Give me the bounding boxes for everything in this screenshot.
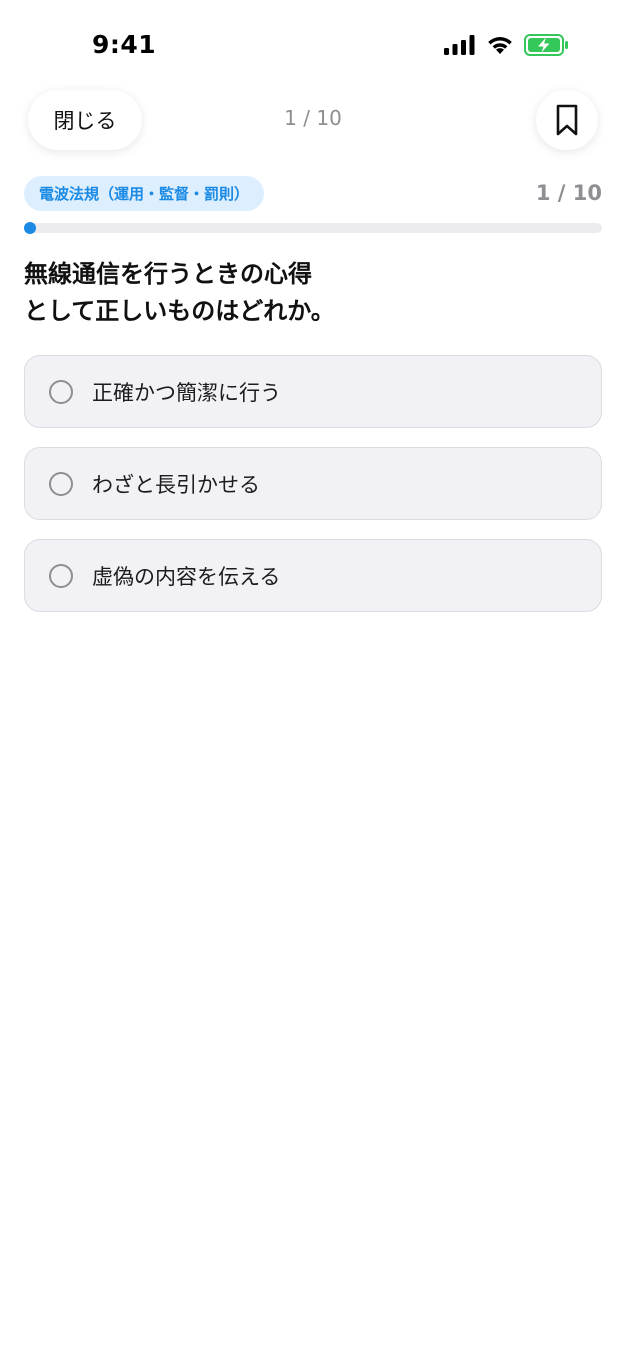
nav-progress-indicator: 1 / 10	[284, 106, 342, 130]
question-count: 1 / 10	[535, 181, 602, 205]
cellular-signal-icon	[444, 35, 475, 55]
progress-indicator	[24, 222, 36, 234]
radio-button-icon[interactable]	[49, 472, 73, 496]
category-tag: 電波法規（運用・監督・罰則）	[24, 176, 265, 211]
answer-option-label: わざと長引かせる	[92, 472, 260, 497]
status-bar: 9:41	[0, 0, 626, 92]
radio-button-icon[interactable]	[49, 564, 73, 588]
answer-option[interactable]: わざと長引かせる	[24, 447, 602, 520]
status-time: 9:41	[92, 30, 157, 59]
progress-bar	[24, 222, 602, 234]
answer-options: 正確かつ簡潔に行う わざと長引かせる 虚偽の内容を伝える	[24, 355, 602, 631]
question-line: として正しいものはどれか。	[24, 297, 335, 325]
question-line: 無線通信を行うときの心得	[24, 260, 312, 288]
bookmark-button[interactable]	[536, 90, 598, 150]
top-navigation: 閉じる 1 / 10	[0, 90, 626, 152]
answer-option-label: 虚偽の内容を伝える	[92, 564, 281, 589]
battery-charging-icon	[524, 34, 568, 56]
bookmark-icon	[556, 104, 578, 136]
status-icons	[444, 34, 570, 56]
question-text: 無線通信を行うときの心得 として正しいものはどれか。	[24, 256, 584, 330]
answer-option-label: 正確かつ簡潔に行う	[92, 380, 281, 405]
radio-button-icon[interactable]	[49, 380, 73, 404]
wifi-icon	[488, 37, 512, 54]
answer-option[interactable]: 虚偽の内容を伝える	[24, 539, 602, 612]
answer-option[interactable]: 正確かつ簡潔に行う	[24, 355, 602, 428]
